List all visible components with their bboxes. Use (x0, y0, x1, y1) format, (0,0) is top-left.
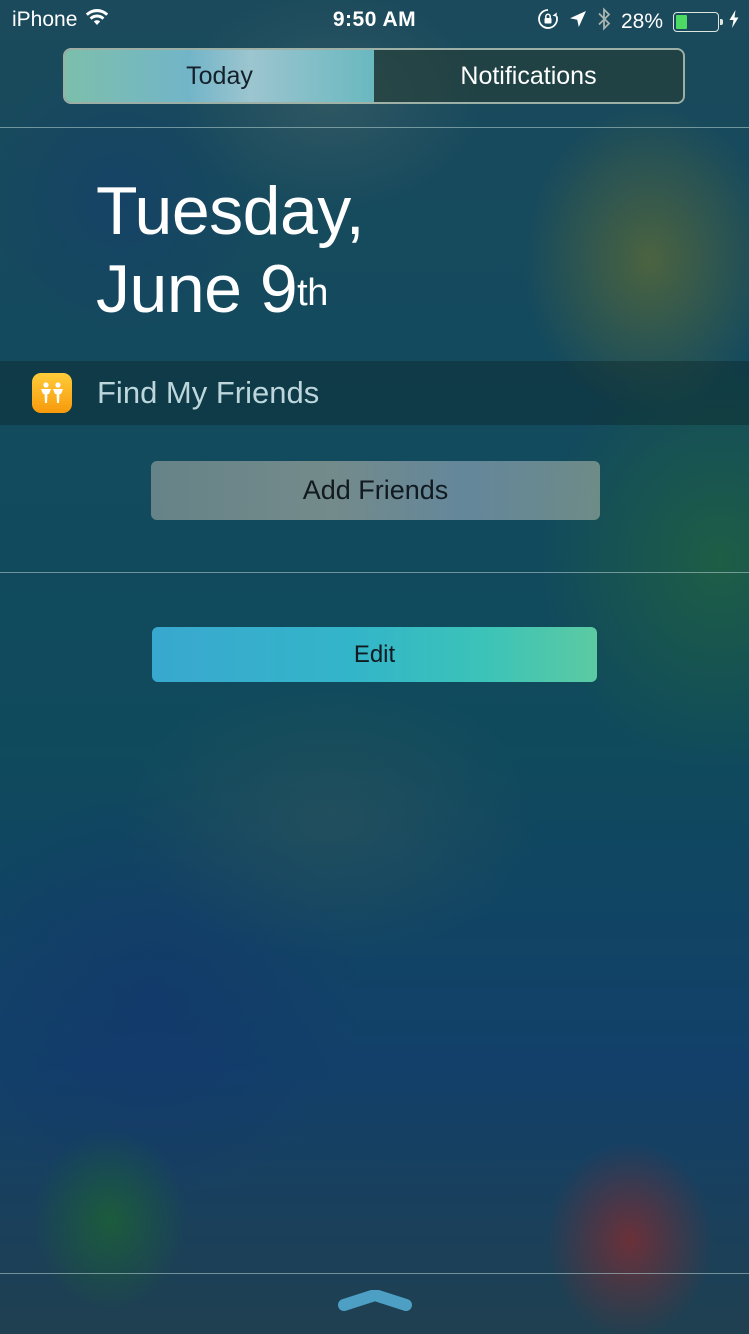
battery-percent: 28% (620, 10, 663, 33)
date-header: Tuesday, June 9th (96, 172, 365, 328)
date-day-line: June 9th (96, 250, 364, 328)
location-arrow-icon (569, 10, 587, 34)
widget-divider (0, 572, 749, 573)
bluetooth-icon (597, 7, 611, 37)
today-notifications-segmented-control: Today Notifications (63, 48, 685, 104)
add-friends-button[interactable]: Add Friends (151, 461, 600, 520)
find-my-friends-icon (32, 373, 72, 413)
rotation-lock-icon (537, 8, 559, 36)
battery-level-fill (676, 15, 688, 29)
date-ordinal: th (297, 272, 328, 314)
date-month-day: June 9 (96, 251, 298, 327)
bottom-divider (0, 1273, 749, 1274)
chevron-up-grabber-icon[interactable] (338, 1289, 412, 1314)
tab-notifications[interactable]: Notifications (374, 50, 683, 102)
tab-today[interactable]: Today (65, 50, 374, 102)
date-weekday: Tuesday, (96, 173, 365, 249)
status-bar: iPhone 9:50 AM 28% (0, 0, 749, 42)
header-divider (0, 127, 749, 128)
widget-header-find-my-friends[interactable]: Find My Friends (0, 361, 749, 425)
status-right: 28% (537, 7, 739, 37)
edit-button[interactable]: Edit (152, 627, 597, 682)
battery-icon (673, 12, 723, 32)
charging-bolt-icon (729, 10, 739, 34)
widget-title: Find My Friends (97, 375, 320, 410)
